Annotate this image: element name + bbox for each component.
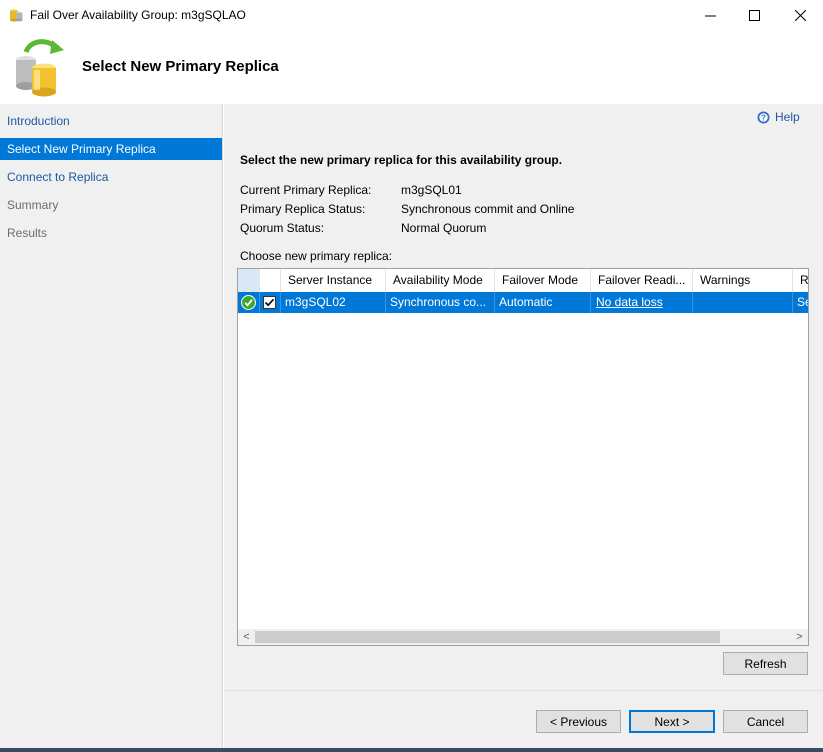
- page-heading: Select New Primary Replica: [82, 58, 279, 75]
- nav-item-select-new-primary-replica[interactable]: Select New Primary Replica: [0, 138, 222, 160]
- close-button[interactable]: [777, 0, 823, 30]
- previous-button[interactable]: < Previous: [536, 710, 621, 733]
- availability-group-icon: [10, 9, 23, 22]
- row-status-cell: [238, 292, 260, 313]
- wizard-footer: < Previous Next > Cancel: [224, 690, 823, 749]
- title-bar: Fail Over Availability Group: m3gSQLAO: [0, 0, 823, 30]
- current-primary-replica-label: Current Primary Replica:: [240, 183, 372, 197]
- replica-grid: Server Instance Availability Mode Failov…: [237, 268, 809, 646]
- nav-item-results: Results: [7, 226, 48, 240]
- help-label: Help: [775, 110, 800, 124]
- dialog-window: Fail Over Availability Group: m3gSQLAO S…: [0, 0, 823, 752]
- row-failover-mode: Automatic: [495, 292, 591, 313]
- nav-item-summary: Summary: [7, 198, 59, 212]
- grid-header-failover-readiness[interactable]: Failover Readi...: [591, 269, 693, 292]
- cancel-button[interactable]: Cancel: [723, 710, 808, 733]
- maximize-button[interactable]: [731, 0, 777, 30]
- grid-header-r[interactable]: R: [793, 269, 808, 292]
- row-r: Se: [797, 295, 808, 309]
- failover-database-icon: [16, 39, 64, 97]
- quorum-status-label: Quorum Status:: [240, 221, 325, 235]
- row-warnings: [693, 292, 793, 313]
- nav-item-introduction[interactable]: Introduction: [0, 110, 222, 132]
- close-icon: [794, 9, 806, 21]
- table-row[interactable]: m3gSQL02 Synchronous co... Automatic No …: [238, 292, 808, 313]
- scroll-left-icon[interactable]: <: [238, 629, 255, 645]
- window-bottom-edge: [0, 748, 823, 752]
- checkbox-checked-icon[interactable]: [263, 296, 276, 309]
- wizard-nav: Introduction Select New Primary Replica …: [0, 104, 223, 748]
- scroll-right-icon[interactable]: >: [791, 629, 808, 645]
- grid-header: Server Instance Availability Mode Failov…: [238, 269, 808, 292]
- nav-item-connect-to-replica[interactable]: Connect to Replica: [0, 166, 222, 188]
- grid-header-server-instance[interactable]: Server Instance: [281, 269, 386, 292]
- primary-replica-status-value: Synchronous commit and Online: [401, 202, 575, 216]
- help-icon: ?: [757, 111, 770, 123]
- minimize-button[interactable]: [687, 0, 733, 30]
- row-server-instance: m3gSQL02: [281, 292, 386, 313]
- grid-header-warnings[interactable]: Warnings: [693, 269, 793, 292]
- instruction-text: Select the new primary replica for this …: [240, 153, 563, 167]
- choose-replica-label: Choose new primary replica:: [240, 249, 393, 263]
- grid-header-status: [238, 269, 260, 292]
- row-failover-readiness-link[interactable]: No data loss: [591, 292, 693, 313]
- content-panel: ? Help Select the new primary replica fo…: [224, 104, 823, 690]
- minimize-icon: [704, 15, 716, 16]
- current-primary-replica-value: m3gSQL01: [401, 183, 462, 197]
- maximize-icon: [748, 9, 760, 21]
- svg-text:?: ?: [761, 113, 766, 122]
- grid-header-availability-mode[interactable]: Availability Mode: [386, 269, 495, 292]
- grid-header-select: [260, 269, 281, 292]
- refresh-button[interactable]: Refresh: [723, 652, 808, 675]
- grid-header-failover-mode[interactable]: Failover Mode: [495, 269, 591, 292]
- row-select-cell[interactable]: [260, 292, 281, 313]
- primary-replica-status-label: Primary Replica Status:: [240, 202, 366, 216]
- check-circle-icon: [241, 295, 256, 310]
- scrollbar-thumb[interactable]: [255, 631, 720, 643]
- help-link[interactable]: ? Help: [757, 110, 800, 124]
- wizard-header: Select New Primary Replica: [0, 30, 823, 104]
- horizontal-scrollbar[interactable]: < >: [238, 629, 808, 645]
- quorum-status-value: Normal Quorum: [401, 221, 487, 235]
- next-button[interactable]: Next >: [629, 710, 715, 733]
- row-availability-mode: Synchronous co...: [386, 292, 495, 313]
- window-title: Fail Over Availability Group: m3gSQLAO: [30, 8, 246, 22]
